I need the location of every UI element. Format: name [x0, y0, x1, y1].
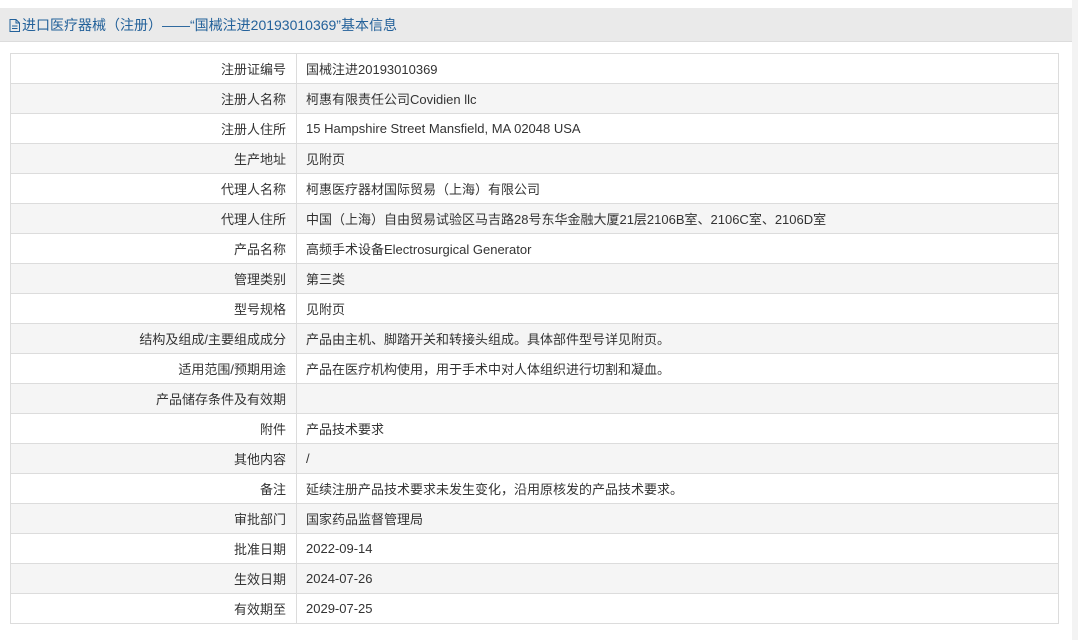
- field-label: 生效日期: [10, 563, 297, 594]
- field-label: 批准日期: [10, 533, 297, 564]
- field-value: 第三类: [296, 263, 1059, 294]
- field-label: 代理人名称: [10, 173, 297, 204]
- field-value: 2022-09-14: [296, 533, 1059, 564]
- table-row: 注册人名称 柯惠有限责任公司Covidien llc: [10, 83, 1059, 114]
- field-value: 产品由主机、脚踏开关和转接头组成。具体部件型号详见附页。: [296, 323, 1059, 354]
- table-row: 批准日期 2022-09-14: [10, 533, 1059, 564]
- field-label: 其他内容: [10, 443, 297, 474]
- field-label: 附件: [10, 413, 297, 444]
- field-value: 2024-07-26: [296, 563, 1059, 594]
- table-row: 审批部门 国家药品监督管理局: [10, 503, 1059, 534]
- table-row: 产品储存条件及有效期: [10, 383, 1059, 414]
- table-row: 管理类别 第三类: [10, 263, 1059, 294]
- field-label: 注册人名称: [10, 83, 297, 114]
- table-row: 产品名称 高频手术设备Electrosurgical Generator: [10, 233, 1059, 264]
- field-label: 产品储存条件及有效期: [10, 383, 297, 414]
- table-row: 有效期至 2029-07-25: [10, 593, 1059, 624]
- field-value: 柯惠有限责任公司Covidien llc: [296, 83, 1059, 114]
- table-row: 备注 延续注册产品技术要求未发生变化，沿用原核发的产品技术要求。: [10, 473, 1059, 504]
- field-value: 2029-07-25: [296, 593, 1059, 624]
- field-value: /: [296, 443, 1059, 474]
- field-label: 生产地址: [10, 143, 297, 174]
- field-value: 柯惠医疗器材国际贸易（上海）有限公司: [296, 173, 1059, 204]
- table-row: 代理人名称 柯惠医疗器材国际贸易（上海）有限公司: [10, 173, 1059, 204]
- scrollbar-track[interactable]: [1072, 0, 1078, 640]
- field-value: [296, 383, 1059, 414]
- info-table: 注册证编号 国械注进20193010369 注册人名称 柯惠有限责任公司Covidie…: [10, 53, 1059, 624]
- table-row: 型号规格 见附页: [10, 293, 1059, 324]
- page-header: 进口医疗器械（注册）——“国械注进20193010369”基本信息: [0, 8, 1072, 42]
- field-label: 结构及组成/主要组成成分: [10, 323, 297, 354]
- field-label: 备注: [10, 473, 297, 504]
- field-value: 高频手术设备Electrosurgical Generator: [296, 233, 1059, 264]
- field-label: 管理类别: [10, 263, 297, 294]
- field-value: 见附页: [296, 293, 1059, 324]
- field-label: 适用范围/预期用途: [10, 353, 297, 384]
- field-label: 审批部门: [10, 503, 297, 534]
- field-label: 注册人住所: [10, 113, 297, 144]
- document-icon: [9, 19, 20, 32]
- table-row: 注册人住所 15 Hampshire Street Mansfield, MA 0…: [10, 113, 1059, 144]
- table-row: 其他内容 /: [10, 443, 1059, 474]
- field-label: 有效期至: [10, 593, 297, 624]
- field-value: 国械注进20193010369: [296, 53, 1059, 84]
- table-row: 生效日期 2024-07-26: [10, 563, 1059, 594]
- field-value: 产品技术要求: [296, 413, 1059, 444]
- field-value: 中国（上海）自由贸易试验区马吉路28号东华金融大厦21层2106B室、2106C…: [296, 203, 1059, 234]
- field-label: 注册证编号: [10, 53, 297, 84]
- table-row: 适用范围/预期用途 产品在医疗机构使用，用于手术中对人体组织进行切割和凝血。: [10, 353, 1059, 384]
- page-title: 进口医疗器械（注册）——“国械注进20193010369”基本信息: [22, 16, 397, 33]
- field-value: 国家药品监督管理局: [296, 503, 1059, 534]
- field-value: 见附页: [296, 143, 1059, 174]
- field-label: 产品名称: [10, 233, 297, 264]
- field-label: 型号规格: [10, 293, 297, 324]
- field-label: 代理人住所: [10, 203, 297, 234]
- field-value: 15 Hampshire Street Mansfield, MA 02048 …: [296, 113, 1059, 144]
- table-row: 附件 产品技术要求: [10, 413, 1059, 444]
- table-row: 结构及组成/主要组成成分 产品由主机、脚踏开关和转接头组成。具体部件型号详见附页。: [10, 323, 1059, 354]
- field-value: 延续注册产品技术要求未发生变化，沿用原核发的产品技术要求。: [296, 473, 1059, 504]
- table-row: 代理人住所 中国（上海）自由贸易试验区马吉路28号东华金融大厦21层2106B室、…: [10, 203, 1059, 234]
- table-row: 注册证编号 国械注进20193010369: [10, 53, 1059, 84]
- table-row: 生产地址 见附页: [10, 143, 1059, 174]
- field-value: 产品在医疗机构使用，用于手术中对人体组织进行切割和凝血。: [296, 353, 1059, 384]
